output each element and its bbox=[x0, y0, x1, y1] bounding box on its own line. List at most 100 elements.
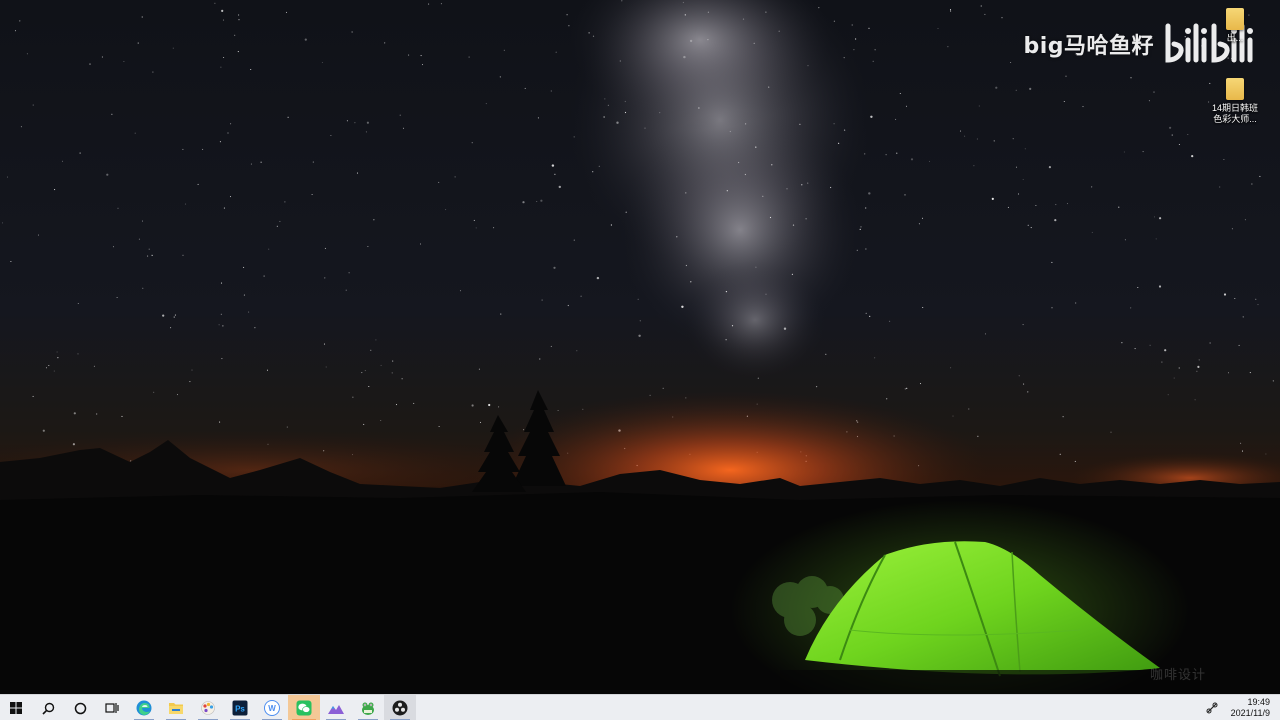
star bbox=[479, 421, 482, 423]
star bbox=[116, 296, 118, 299]
desktop-icon-label: 14期日韩班 色彩大师... bbox=[1211, 103, 1258, 124]
taskbar-app-paint[interactable] bbox=[192, 695, 224, 720]
star bbox=[742, 18, 745, 20]
star bbox=[1155, 238, 1157, 240]
mountain-photo-icon bbox=[328, 705, 344, 714]
star bbox=[230, 123, 232, 125]
star bbox=[707, 38, 709, 41]
star bbox=[818, 6, 820, 9]
star bbox=[227, 132, 229, 134]
star bbox=[976, 138, 978, 140]
star bbox=[363, 423, 365, 425]
star bbox=[573, 136, 575, 138]
taskbar-app-frog[interactable] bbox=[352, 695, 384, 720]
star bbox=[904, 388, 906, 390]
svg-text:Ps: Ps bbox=[235, 705, 245, 714]
taskbar-app-photos[interactable] bbox=[320, 695, 352, 720]
star bbox=[77, 353, 79, 355]
star bbox=[141, 220, 144, 222]
star bbox=[53, 370, 55, 372]
star bbox=[1197, 365, 1200, 368]
star bbox=[330, 134, 332, 137]
star bbox=[896, 152, 898, 154]
star bbox=[588, 32, 590, 34]
star bbox=[1244, 219, 1246, 221]
frog-icon bbox=[362, 702, 374, 715]
star bbox=[865, 312, 867, 314]
star bbox=[352, 396, 354, 398]
star bbox=[1082, 106, 1084, 108]
task-view-button[interactable] bbox=[96, 695, 128, 720]
wps-icon: W bbox=[264, 700, 280, 716]
star bbox=[1227, 372, 1230, 374]
star bbox=[977, 435, 979, 437]
star bbox=[607, 104, 610, 106]
taskbar-app-edge[interactable] bbox=[128, 695, 160, 720]
star bbox=[1027, 391, 1029, 393]
taskbar-clock[interactable]: 19:49 2021/11/9 bbox=[1231, 697, 1270, 719]
star bbox=[792, 224, 795, 226]
start-button[interactable] bbox=[0, 695, 32, 720]
star bbox=[356, 172, 359, 174]
star bbox=[659, 111, 661, 114]
star bbox=[421, 64, 424, 66]
star bbox=[1018, 375, 1020, 377]
taskbar-app-obs[interactable] bbox=[384, 695, 416, 720]
star bbox=[138, 238, 140, 240]
star bbox=[1255, 298, 1257, 300]
star bbox=[555, 51, 557, 53]
svg-text:W: W bbox=[268, 704, 276, 713]
star bbox=[753, 42, 755, 44]
search-button[interactable] bbox=[32, 695, 64, 720]
star bbox=[596, 276, 600, 280]
star bbox=[287, 116, 289, 118]
star bbox=[1130, 307, 1132, 309]
star bbox=[395, 404, 398, 406]
star bbox=[141, 16, 143, 18]
star bbox=[61, 160, 64, 162]
star bbox=[868, 27, 870, 29]
desktop-icon-folder-1[interactable]: 出... bbox=[1205, 8, 1265, 44]
cortana-button[interactable] bbox=[64, 695, 96, 720]
taskbar-app-wps[interactable]: W bbox=[256, 695, 288, 720]
star bbox=[919, 383, 922, 385]
star bbox=[238, 19, 240, 21]
star bbox=[689, 39, 693, 43]
star bbox=[19, 20, 21, 22]
star bbox=[351, 31, 353, 33]
star bbox=[1137, 286, 1139, 289]
desktop-icon-folder-2[interactable]: 14期日韩班 色彩大师... bbox=[1205, 78, 1265, 125]
star bbox=[637, 298, 639, 300]
star bbox=[219, 421, 221, 423]
wallpaper-night-sky-tent bbox=[0, 0, 1280, 694]
star bbox=[807, 64, 809, 67]
star bbox=[20, 126, 22, 128]
star bbox=[471, 142, 473, 144]
star bbox=[365, 131, 367, 133]
taskbar-app-photoshop[interactable]: Ps bbox=[224, 695, 256, 720]
star bbox=[304, 38, 307, 41]
network-button[interactable] bbox=[1201, 702, 1223, 714]
star bbox=[285, 11, 288, 13]
star bbox=[243, 294, 245, 296]
star bbox=[438, 425, 440, 428]
clock-date: 2021/11/9 bbox=[1230, 708, 1270, 718]
star bbox=[321, 61, 323, 64]
wechat-icon bbox=[296, 700, 312, 716]
star bbox=[1223, 158, 1225, 161]
star bbox=[1178, 143, 1180, 146]
star bbox=[1123, 151, 1125, 153]
star bbox=[248, 311, 250, 313]
star bbox=[1022, 324, 1024, 326]
star bbox=[725, 290, 728, 293]
taskbar-app-wechat[interactable] bbox=[288, 695, 320, 720]
taskbar-app-file-explorer[interactable] bbox=[160, 695, 192, 720]
star bbox=[1158, 285, 1162, 288]
star bbox=[428, 3, 430, 5]
star bbox=[402, 127, 405, 129]
star bbox=[815, 385, 818, 388]
star bbox=[142, 287, 144, 289]
star bbox=[348, 272, 350, 274]
star bbox=[786, 188, 788, 190]
star bbox=[221, 358, 223, 360]
